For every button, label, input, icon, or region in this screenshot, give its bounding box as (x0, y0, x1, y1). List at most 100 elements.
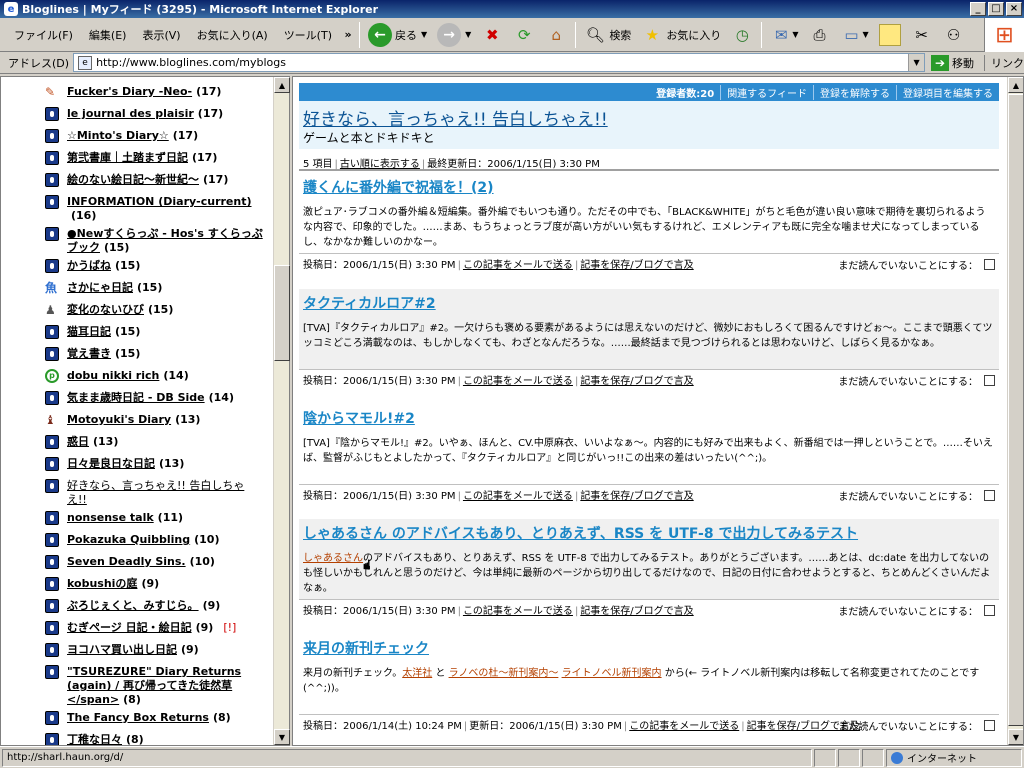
post-title[interactable]: しゃあるさん のアドバイスもあり、とりあえず、RSS を UTF-8 で出力して… (299, 519, 999, 549)
mark-unread-checkbox[interactable] (984, 605, 995, 616)
mark-unread-checkbox[interactable] (984, 720, 995, 731)
address-dropdown-icon[interactable]: ▼ (908, 54, 925, 71)
save-post-link[interactable]: 記事を保存/ブログで言及 (580, 260, 693, 271)
save-post-link[interactable]: 記事を保存/ブログで言及 (580, 606, 693, 617)
feed-item-title[interactable]: かうばね (67, 259, 111, 272)
sidebar-feed-item[interactable]: 猫耳日記 (15) (1, 321, 271, 343)
feed-item-title[interactable]: dobu nikki rich (67, 369, 159, 382)
sidebar-feed-item[interactable]: 魚さかにゃ日記 (15) (1, 277, 271, 299)
save-post-link[interactable]: 記事を保存/ブログで言及 (580, 376, 693, 387)
feed-item-title[interactable]: Pokazuka Quibbling (67, 533, 190, 546)
home-button[interactable]: ⌂ (540, 20, 572, 50)
feed-item-title[interactable]: 丁稚な日々 (67, 733, 122, 745)
feed-item-title[interactable]: 猫耳日記 (67, 325, 111, 338)
sidebar-feed-item[interactable]: nonsense talk (11) (1, 507, 271, 529)
sidebar-feed-item[interactable]: ✎ Fucker's Diary -Neo- (17) (1, 81, 271, 103)
feed-item-title[interactable]: 絵のない絵日記〜新世紀〜 (67, 173, 199, 186)
tool-button[interactable]: ✂ (906, 20, 938, 50)
favorites-button[interactable]: ★ お気に入り (636, 20, 726, 50)
edit-dropdown-icon[interactable]: ▼ (862, 30, 868, 39)
mail-button[interactable]: ✉ ▼ (765, 20, 803, 50)
history-button[interactable]: ◷ (726, 20, 758, 50)
sidebar-feed-item[interactable]: 気まま歳時日記 - DB Side (14) (1, 387, 271, 409)
related-feeds-link[interactable]: 関連するフィード (720, 84, 813, 100)
sidebar-scrollbar[interactable]: ▲ ▼ (273, 77, 290, 745)
sidebar-feed-item[interactable]: "TSUREZURE" Diary Returns (again) / 再び帰っ… (1, 661, 271, 707)
body-link[interactable]: ラノベの杜〜新刊案内〜 (449, 668, 559, 679)
feed-item-title[interactable]: 第弐書庫｜土踏まず日記 (67, 151, 188, 164)
scroll-down-icon[interactable]: ▼ (274, 729, 290, 745)
email-post-link[interactable]: この記事をメールで送る (463, 491, 573, 502)
feed-item-title[interactable]: ●Newすくらっぷ - Hos's すくらっぷブック (67, 227, 263, 254)
feed-title[interactable]: 好きなら、言っちゃえ!! 告白しちゃえ!! (299, 101, 999, 130)
forward-dropdown-icon[interactable]: ▼ (465, 30, 471, 39)
unsubscribe-link[interactable]: 登録を解除する (813, 84, 896, 100)
edit-button[interactable]: ▭ ▼ (835, 20, 873, 50)
post-title[interactable]: 護くんに番外編で祝福を！(2) (299, 173, 999, 203)
email-post-link[interactable]: この記事をメールで送る (629, 721, 739, 732)
email-post-link[interactable]: この記事をメールで送る (463, 260, 573, 271)
close-button[interactable]: × (1006, 2, 1022, 16)
sidebar-feed-item[interactable]: ヨコハマ買い出し日記 (9) (1, 639, 271, 661)
feed-item-title[interactable]: INFORMATION (Diary-current) (67, 195, 252, 208)
mark-unread-checkbox[interactable] (984, 375, 995, 386)
back-dropdown-icon[interactable]: ▼ (421, 30, 427, 39)
sidebar-scroll-thumb[interactable] (274, 265, 290, 361)
post-title[interactable]: 来月の新刊チェック (299, 634, 999, 664)
post-title[interactable]: 陰からマモル!#2 (299, 404, 999, 434)
main-scroll-thumb[interactable] (1008, 94, 1023, 726)
sidebar-feed-item[interactable]: ぶろじぇくと、みすじら。 (9) (1, 595, 271, 617)
feed-item-title[interactable]: 惑日 (67, 435, 89, 448)
back-button[interactable]: ← 戻る ▼ (363, 20, 432, 50)
menu-favorites[interactable]: お気に入り(A) (189, 27, 276, 43)
menu-edit[interactable]: 編集(E) (81, 27, 135, 43)
feed-item-title[interactable]: 変化のないひび (67, 303, 144, 316)
body-link[interactable]: しゃあるさん (303, 553, 363, 564)
menu-file[interactable]: ファイル(F) (6, 27, 81, 43)
scroll-up-icon[interactable]: ▲ (1008, 77, 1023, 93)
links-button[interactable]: リンク (984, 54, 1024, 71)
body-link[interactable]: ライトノベル新刊案内 (562, 668, 662, 679)
sidebar-feed-item[interactable]: Seven Deadly Sins. (10) (1, 551, 271, 573)
messenger-button[interactable]: ⚇ (938, 20, 970, 50)
sidebar-feed-item[interactable]: kobushiの庭 (9) (1, 573, 271, 595)
stop-button[interactable]: ✖ (476, 20, 508, 50)
feed-item-title[interactable]: ヨコハマ買い出し日記 (67, 643, 177, 656)
minimize-button[interactable]: _ (970, 2, 986, 16)
sidebar-feed-item[interactable]: かうばね (15) (1, 255, 271, 277)
scroll-up-icon[interactable]: ▲ (274, 77, 290, 93)
menu-tools[interactable]: ツール(T) (276, 27, 340, 43)
sidebar-feed-item[interactable]: The Fancy Box Returns (8) (1, 707, 271, 729)
address-input[interactable]: e http://www.bloglines.com/myblogs ▼ (73, 53, 926, 72)
sidebar-feed-item[interactable]: 惑日 (13) (1, 431, 271, 453)
feed-item-title[interactable]: "TSUREZURE" Diary Returns (again) / 再び帰っ… (67, 665, 241, 706)
email-post-link[interactable]: この記事をメールで送る (463, 606, 573, 617)
sidebar-feed-item[interactable]: 絵のない絵日記〜新世紀〜 (17) (1, 169, 271, 191)
feed-item-title[interactable]: Motoyuki's Diary (67, 413, 171, 426)
feed-item-title[interactable]: Seven Deadly Sins. (67, 555, 186, 568)
save-post-link[interactable]: 記事を保存/ブログで言及 (580, 491, 693, 502)
feed-item-title[interactable]: nonsense talk (67, 511, 154, 524)
search-button[interactable]: 🔍︎ 検索 (579, 20, 636, 50)
scroll-down-icon[interactable]: ▼ (1008, 729, 1023, 745)
maximize-button[interactable]: □ (988, 2, 1004, 16)
sidebar-feed-item[interactable]: ♝ Motoyuki's Diary (13) (1, 409, 271, 431)
feed-item-title[interactable]: Fucker's Diary -Neo- (67, 85, 192, 98)
sidebar-feed-item[interactable]: ♟ 変化のないひび (15) (1, 299, 271, 321)
feed-item-title[interactable]: むぎページ 日記・絵日記 (67, 621, 192, 634)
menu-view[interactable]: 表示(V) (134, 27, 188, 43)
feed-item-title[interactable]: 好きなら、言っちゃえ!! 告白しちゃえ!! (67, 479, 244, 506)
sidebar-feed-item[interactable]: INFORMATION (Diary-current)(16) (1, 191, 271, 223)
feed-item-title[interactable]: 気まま歳時日記 - DB Side (67, 391, 205, 404)
go-button[interactable]: ➔ 移動 (931, 54, 974, 71)
feed-item-title[interactable]: 日々是良日な日記 (67, 457, 155, 470)
forward-button[interactable]: → ▼ (432, 20, 476, 50)
sidebar-feed-item[interactable]: 覚え書き (15) (1, 343, 271, 365)
sidebar-feed-item[interactable]: ☆Minto's Diary☆ (17) (1, 125, 271, 147)
feed-item-title[interactable]: The Fancy Box Returns (67, 711, 209, 724)
sidebar-feed-item[interactable]: le journal des plaisir (17) (1, 103, 271, 125)
print-button[interactable]: ⎙ (803, 20, 835, 50)
feed-item-title[interactable]: kobushiの庭 (67, 577, 137, 590)
mark-unread-checkbox[interactable] (984, 259, 995, 270)
feed-item-title[interactable]: ぶろじぇくと、みすじら。 (67, 599, 199, 612)
